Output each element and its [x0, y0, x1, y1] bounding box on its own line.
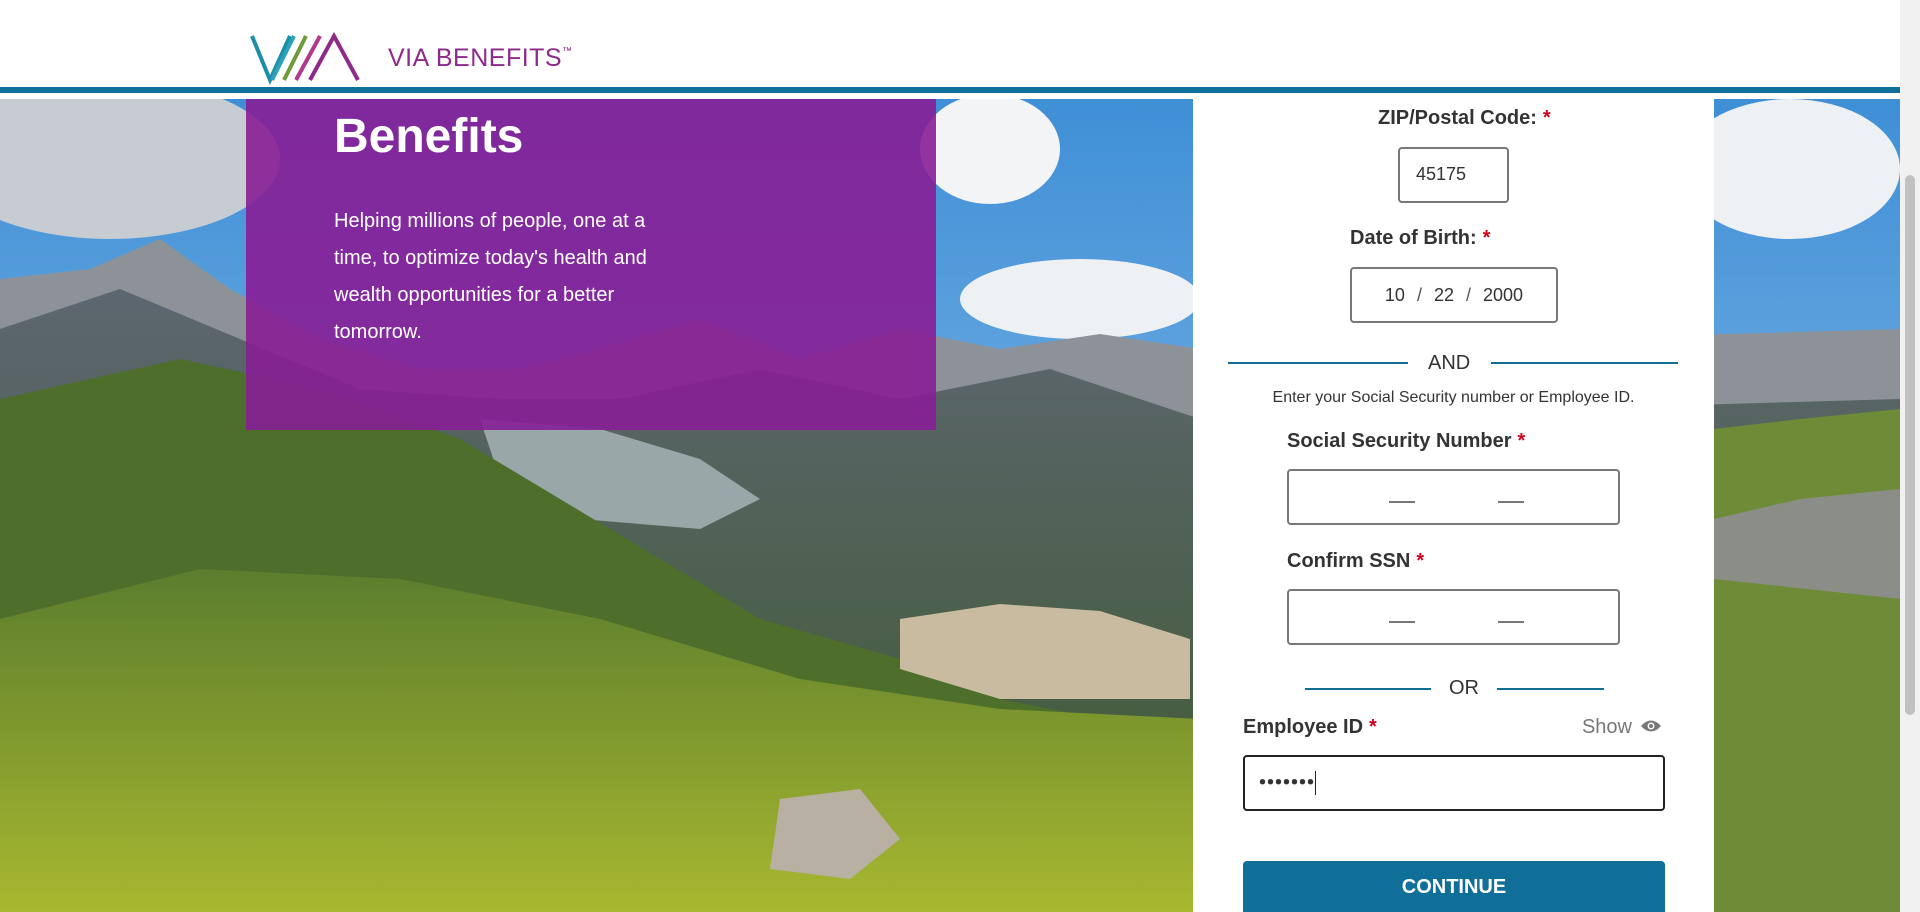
or-divider-right [1497, 688, 1604, 690]
employee-id-label: Employee ID * [1243, 716, 1377, 738]
dob-month[interactable]: 10 [1385, 285, 1405, 306]
page-scrollbar[interactable] [1900, 0, 1920, 912]
hero-title: Benefits [334, 110, 524, 163]
employee-id-value: ••••••• [1259, 771, 1316, 794]
dob-separator: / [1416, 284, 1422, 305]
or-divider-text: OR [1449, 677, 1479, 699]
confirm-ssn-input[interactable] [1287, 589, 1620, 645]
ssn-dash [1498, 621, 1524, 623]
dob-year[interactable]: 2000 [1483, 285, 1523, 306]
ssn-dash [1389, 501, 1415, 503]
dob-day[interactable]: 22 [1434, 285, 1454, 306]
dob-separator: / [1466, 284, 1472, 305]
ssn-input[interactable] [1287, 469, 1620, 525]
show-employee-id-toggle[interactable]: Show [1582, 716, 1662, 739]
employee-id-input[interactable]: ••••••• [1243, 755, 1665, 811]
zip-input[interactable]: 45175 [1398, 147, 1509, 203]
show-label: Show [1581, 716, 1632, 738]
text-caret [1315, 771, 1317, 795]
site-header: VIA BENEFITS™ [0, 0, 1900, 93]
via-logo-icon [250, 31, 360, 86]
ssn-dash [1498, 501, 1524, 503]
and-divider-left [1228, 362, 1408, 364]
logo-text: VIA BENEFITS™ [388, 43, 573, 72]
scrollbar-thumb[interactable] [1905, 175, 1915, 715]
dob-input[interactable]: 10 / 22 / 2000 [1350, 267, 1558, 323]
verification-form: ZIP/Postal Code: * 45175 Date of Birth: * … [1193, 99, 1714, 912]
hero-description: Helping millions of people, one at a tim… [334, 210, 647, 343]
and-divider-right [1491, 362, 1678, 364]
dob-label: Date of Birth: * [1350, 227, 1491, 249]
and-divider-text: AND [1428, 352, 1471, 374]
confirm-ssn-label: Confirm SSN * [1287, 550, 1425, 572]
ssn-label: Social Security Number * [1287, 430, 1526, 452]
eye-icon [1640, 716, 1662, 739]
ssn-dash [1389, 621, 1415, 623]
continue-button[interactable]: CONTINUE [1243, 861, 1665, 912]
via-benefits-logo[interactable]: VIA BENEFITS™ [250, 30, 573, 86]
ssn-or-id-hint: Enter your Social Security number or Emp… [1272, 389, 1635, 406]
zip-label: ZIP/Postal Code: * [1378, 107, 1551, 129]
hero-panel: Benefits Helping millions of people, one… [246, 99, 936, 430]
or-divider-left [1305, 688, 1431, 690]
